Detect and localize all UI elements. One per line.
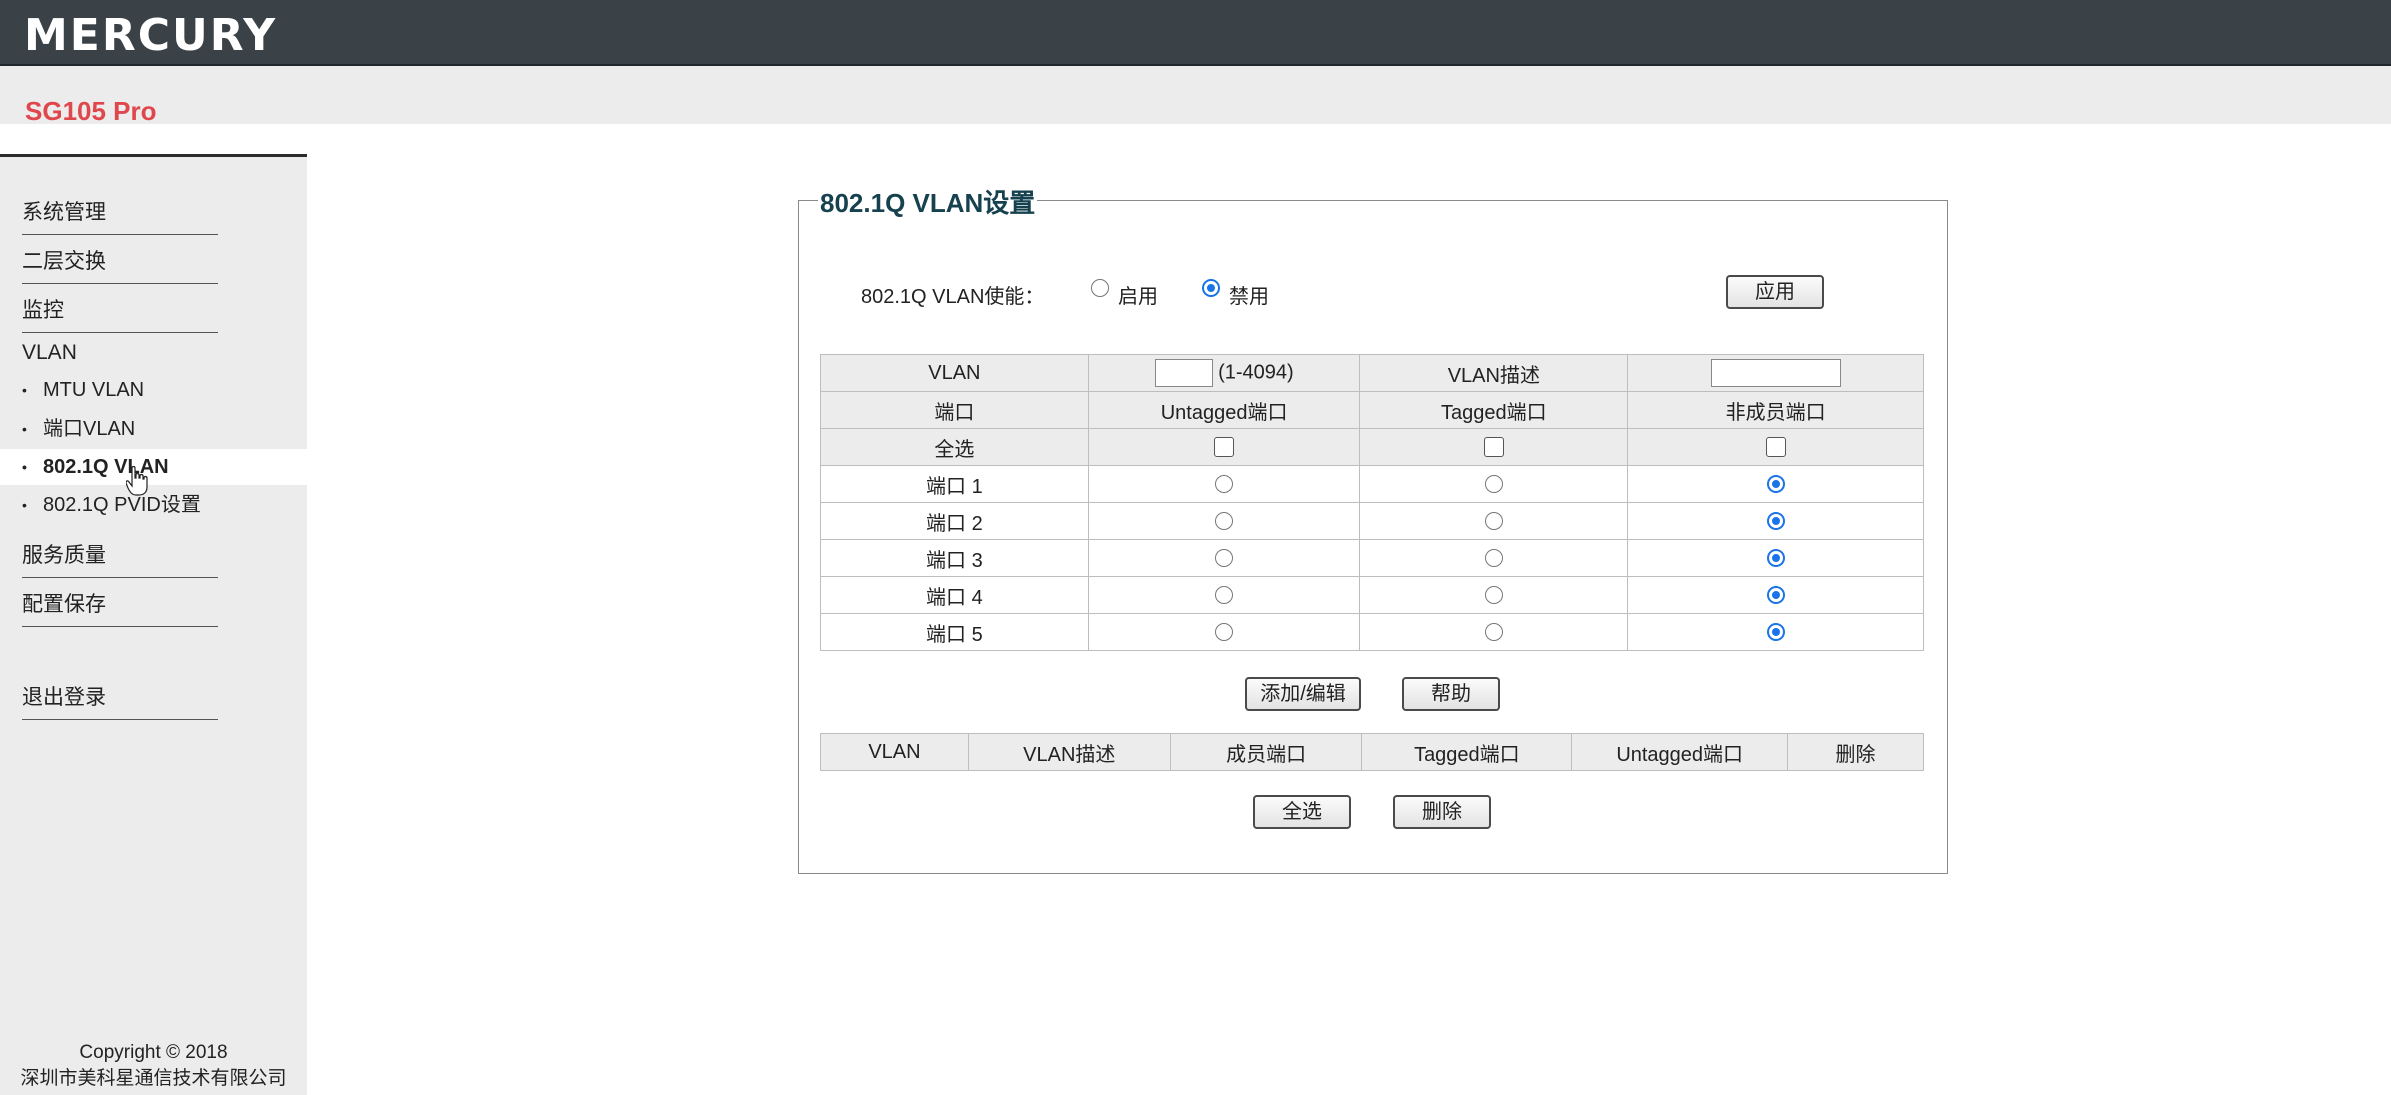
vlan-desc-label: VLAN描述	[1359, 354, 1629, 392]
select-all-button[interactable]: 全选	[1253, 795, 1351, 829]
port3-untagged-radio[interactable]	[1215, 549, 1234, 568]
vlan-range-hint: (1-4094)	[1218, 361, 1294, 384]
port5-tagged-radio[interactable]	[1484, 623, 1503, 642]
port4-untagged-radio[interactable]	[1215, 586, 1234, 605]
sub-header	[0, 66, 2391, 124]
sidebar-item-monitor[interactable]: 监控	[22, 294, 218, 333]
table-row: VLAN (1-4094) VLAN描述	[820, 354, 1924, 392]
vlan-desc-input[interactable]	[1710, 359, 1841, 387]
bullet-icon: •	[22, 497, 27, 513]
top-header: MERCURY	[0, 0, 2391, 66]
col-header-tagged: Tagged端口	[1359, 391, 1629, 429]
vlan-list-table: VLAN VLAN描述 成员端口 Tagged端口 Untagged端口 删除	[820, 733, 1924, 771]
vlan-id-cell: (1-4094)	[1087, 354, 1361, 392]
col-header-port: 端口	[820, 391, 1089, 429]
table-header-row: VLAN VLAN描述 成员端口 Tagged端口 Untagged端口 删除	[820, 733, 1924, 771]
table-row-select-all: 全选	[820, 428, 1924, 466]
select-all-label: 全选	[820, 428, 1089, 466]
copyright-line: Copyright © 2018	[79, 1042, 228, 1063]
sidebar-item-qos[interactable]: 服务质量	[22, 539, 218, 578]
enable-radio-off-label: 禁用	[1229, 286, 1269, 308]
enable-radio-on-label: 启用	[1118, 286, 1158, 308]
sidebar-item-logout[interactable]: 退出登录	[22, 681, 218, 720]
add-edit-button[interactable]: 添加/编辑	[1245, 677, 1361, 711]
select-all-untagged-checkbox[interactable]	[1214, 437, 1235, 458]
sidebar: 系统管理 二层交换 监控 VLAN • MTU VLAN • 端口VLAN • …	[0, 157, 307, 1095]
port2-non-member-radio[interactable]	[1766, 512, 1785, 531]
vlan-id-label: VLAN	[820, 354, 1089, 392]
list-col-desc: VLAN描述	[967, 733, 1171, 771]
select-all-non-member-checkbox[interactable]	[1765, 437, 1786, 458]
table-row: 端口 5	[820, 613, 1924, 651]
table-row: 端口 2	[820, 502, 1924, 540]
port1-non-member-radio[interactable]	[1766, 475, 1785, 494]
table-row: 端口 1	[820, 465, 1924, 503]
list-col-vlan: VLAN	[820, 733, 969, 771]
enable-label: 802.1Q VLAN使能：	[861, 286, 1045, 308]
copyright: Copyright © 2018 深圳市美科星通信技术有限公司	[0, 1040, 307, 1092]
port5-untagged-radio[interactable]	[1215, 623, 1234, 642]
port1-untagged-radio[interactable]	[1215, 475, 1234, 494]
sidebar-subitem-pvid[interactable]: • 802.1Q PVID设置	[0, 487, 307, 523]
port3-tagged-radio[interactable]	[1484, 549, 1503, 568]
apply-button[interactable]: 应用	[1726, 275, 1824, 309]
col-header-untagged: Untagged端口	[1087, 391, 1361, 429]
model-name: SG105 Pro	[25, 96, 157, 126]
list-col-members: 成员端口	[1169, 733, 1363, 771]
port4-tagged-radio[interactable]	[1484, 586, 1503, 605]
help-button[interactable]: 帮助	[1402, 677, 1500, 711]
enable-radio-off[interactable]	[1202, 279, 1220, 297]
table-header-row: 端口 Untagged端口 Tagged端口 非成员端口	[820, 391, 1924, 429]
delete-button[interactable]: 删除	[1393, 795, 1491, 829]
sidebar-subitem-8021q-vlan[interactable]: • 802.1Q VLAN	[0, 449, 307, 485]
vlan-id-input[interactable]	[1154, 359, 1213, 387]
list-col-delete: 删除	[1787, 733, 1924, 771]
port1-tagged-radio[interactable]	[1484, 475, 1503, 494]
sidebar-item-save-config[interactable]: 配置保存	[22, 588, 218, 627]
select-all-tagged-checkbox[interactable]	[1483, 437, 1504, 458]
port5-non-member-radio[interactable]	[1766, 623, 1785, 642]
table-row: 端口 3	[820, 539, 1924, 577]
port-name: 端口 5	[820, 613, 1089, 651]
port3-non-member-radio[interactable]	[1766, 549, 1785, 568]
port-name: 端口 3	[820, 539, 1089, 577]
bullet-icon: •	[22, 382, 27, 398]
sidebar-item-layer2[interactable]: 二层交换	[22, 245, 218, 284]
brand-logo: MERCURY	[24, 10, 278, 61]
sidebar-subitem-port-vlan[interactable]: • 端口VLAN	[0, 411, 307, 447]
col-header-non-member: 非成员端口	[1627, 391, 1924, 429]
port4-non-member-radio[interactable]	[1766, 586, 1785, 605]
port2-untagged-radio[interactable]	[1215, 512, 1234, 531]
list-col-tagged: Tagged端口	[1361, 733, 1573, 771]
port-name: 端口 2	[820, 502, 1089, 540]
enable-radio-on[interactable]	[1091, 279, 1109, 297]
table-row: 端口 4	[820, 576, 1924, 614]
bullet-icon: •	[22, 459, 27, 475]
vlan-desc-cell	[1627, 354, 1924, 392]
hand-cursor-icon	[126, 466, 148, 496]
sidebar-item-vlan[interactable]: VLAN	[22, 341, 77, 365]
port-name: 端口 1	[820, 465, 1089, 503]
sidebar-subitem-mtu-vlan[interactable]: • MTU VLAN	[0, 372, 307, 408]
bullet-icon: •	[22, 421, 27, 437]
port-name: 端口 4	[820, 576, 1089, 614]
sidebar-item-system[interactable]: 系统管理	[22, 196, 218, 235]
list-col-untagged: Untagged端口	[1571, 733, 1789, 771]
company-name: 深圳市美科星通信技术有限公司	[20, 1068, 287, 1089]
panel-title: 802.1Q VLAN设置	[818, 183, 1038, 220]
port2-tagged-radio[interactable]	[1484, 512, 1503, 531]
port-config-table: VLAN (1-4094) VLAN描述 端口 Untagged端口 Tagge…	[820, 354, 1924, 651]
